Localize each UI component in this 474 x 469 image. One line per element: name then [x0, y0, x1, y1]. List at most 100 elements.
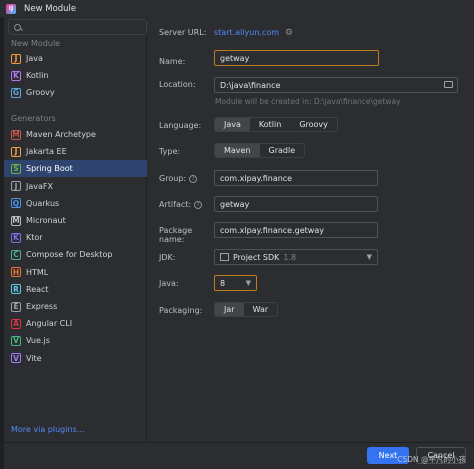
more-via-plugins-link[interactable]: More via plugins... — [11, 425, 84, 434]
packaging-option-jar[interactable]: Jar — [215, 303, 244, 316]
chevron-down-icon: ▼ — [366, 253, 372, 261]
jakarta-icon: J — [11, 146, 21, 157]
angular-icon: A — [11, 318, 21, 329]
type-option-gradle[interactable]: Gradle — [260, 144, 305, 157]
sidebar-item-express[interactable]: E Express — [4, 298, 147, 315]
java-version-value: 8 — [220, 278, 226, 288]
java-label: Java: — [159, 279, 179, 288]
type-option-maven[interactable]: Maven — [215, 144, 260, 157]
sidebar-item-micronaut[interactable]: M Micronaut — [4, 212, 147, 229]
server-url-link[interactable]: start.aliyun.com — [214, 28, 279, 37]
sidebar-item-label: JavaFX — [26, 181, 53, 191]
java-row: Java: — [159, 279, 215, 288]
spring-boot-icon: S — [11, 163, 21, 174]
language-option-groovy[interactable]: Groovy — [290, 118, 337, 131]
title-bar: IJ New Module — [0, 0, 474, 17]
sidebar-item-compose-for-desktop[interactable]: C Compose for Desktop — [4, 246, 147, 263]
sidebar-item-label: Vite — [26, 353, 42, 363]
group-field[interactable]: com.xlpay.finance — [214, 170, 378, 186]
intellij-app-icon: IJ — [6, 3, 16, 14]
group-label: Group: — [159, 174, 187, 183]
jdk-value: Project SDK — [233, 252, 280, 262]
packaging-row: Packaging: — [159, 306, 215, 315]
location-field[interactable]: D:\java\finance — [214, 77, 458, 93]
section-new-module: New Module — [11, 39, 61, 48]
location-hint: Module will be created in: D:\java\finan… — [215, 97, 401, 106]
sidebar-item-ktor[interactable]: K Ktor — [4, 229, 147, 246]
folder-icon[interactable] — [444, 81, 453, 88]
section-generators: Generators — [11, 114, 56, 123]
sidebar-item-jakarta-ee[interactable]: J Jakarta EE — [4, 143, 147, 160]
sidebar-item-java[interactable]: J Java — [4, 50, 147, 67]
sidebar-item-vite[interactable]: V Vite — [4, 350, 147, 367]
packaging-option-war[interactable]: War — [244, 303, 278, 316]
micronaut-icon: M — [11, 215, 21, 226]
sidebar-item-spring-boot[interactable]: S Spring Boot — [4, 160, 147, 178]
language-option-kotlin[interactable]: Kotlin — [250, 118, 290, 131]
vite-icon: V — [11, 353, 21, 364]
sidebar-item-maven-archetype[interactable]: M Maven Archetype — [4, 126, 147, 143]
sdk-folder-icon — [220, 253, 229, 261]
react-icon: R — [11, 284, 21, 295]
language-option-java[interactable]: Java — [215, 118, 250, 131]
sidebar-item-label: Spring Boot — [26, 164, 73, 174]
package-name-field[interactable]: com.xlpay.finance.getway — [214, 222, 378, 238]
artifact-label: Artifact: — [159, 200, 192, 209]
maven-icon: M — [11, 129, 21, 140]
java-version-select[interactable]: 8 ▼ — [214, 275, 257, 291]
server-url-row: Server URL: start.aliyun.com ⚙ — [159, 28, 293, 38]
name-row: Name: — [159, 53, 215, 69]
javafx-icon: J — [11, 181, 21, 192]
new-module-dialog: IJ New Module New Module J Java K Kotlin G Gr… — [0, 0, 474, 469]
search-icon — [14, 23, 21, 31]
sidebar-item-label: HTML — [26, 267, 49, 277]
help-icon[interactable]: ? — [189, 174, 198, 183]
type-label: Type: — [159, 147, 181, 156]
location-row: Location: — [159, 80, 215, 89]
jdk-select[interactable]: Project SDK 1.8 ▼ — [214, 249, 378, 265]
packaging-label: Packaging: — [159, 306, 203, 315]
package-name-label: Package name: — [159, 226, 193, 244]
jdk-version: 1.8 — [283, 252, 297, 262]
window-title: New Module — [24, 3, 77, 14]
vue-icon: V — [11, 335, 21, 346]
type-row: Type: — [159, 147, 215, 156]
location-label: Location: — [159, 80, 196, 89]
sidebar-item-label: Groovy — [26, 88, 55, 98]
module-settings-form: Server URL: start.aliyun.com ⚙ Name: get… — [148, 17, 474, 442]
sidebar-item-label: Kotlin — [26, 71, 49, 81]
ktor-icon: K — [11, 232, 21, 243]
sidebar-item-groovy[interactable]: G Groovy — [4, 84, 147, 101]
sidebar-item-label: Express — [26, 302, 58, 311]
compose-icon: C — [11, 249, 21, 260]
sidebar-item-label: Maven Archetype — [26, 130, 96, 139]
sidebar-item-label: Compose for Desktop — [26, 250, 113, 260]
sidebar-item-vue-js[interactable]: V Vue.js — [4, 332, 147, 349]
name-label: Name: — [159, 56, 186, 66]
sidebar-item-label: Micronaut — [26, 216, 66, 225]
sidebar-item-quarkus[interactable]: Q Quarkus — [4, 195, 147, 212]
artifact-row: Artifact: ? — [159, 200, 203, 209]
name-field[interactable]: getway — [214, 50, 379, 66]
html-icon: H — [11, 267, 21, 278]
language-label: Language: — [159, 121, 202, 130]
express-icon: E — [11, 301, 21, 312]
java-icon: J — [11, 53, 21, 64]
artifact-field[interactable]: getway — [214, 196, 378, 212]
sidebar-item-javafx[interactable]: J JavaFX — [4, 178, 147, 195]
jdk-label: JDK: — [159, 253, 176, 262]
sidebar-search-input[interactable] — [8, 19, 147, 35]
language-segmented-control: Java Kotlin Groovy — [214, 117, 338, 132]
sidebar-item-angular-cli[interactable]: A Angular CLI — [4, 315, 147, 332]
sidebar-item-label: Vue.js — [26, 336, 50, 346]
location-value: D:\java\finance — [220, 80, 281, 90]
sidebar-item-kotlin[interactable]: K Kotlin — [4, 67, 147, 84]
group-row: Group: ? — [159, 174, 198, 183]
sidebar-item-html[interactable]: H HTML — [4, 264, 147, 281]
gear-icon[interactable]: ⚙ — [285, 28, 293, 38]
jdk-row: JDK: — [159, 253, 215, 262]
sidebar-item-react[interactable]: R React — [4, 281, 147, 298]
help-icon[interactable]: ? — [194, 200, 203, 209]
packaging-segmented-control: Jar War — [214, 302, 279, 317]
sidebar-item-label: Java — [26, 54, 43, 63]
